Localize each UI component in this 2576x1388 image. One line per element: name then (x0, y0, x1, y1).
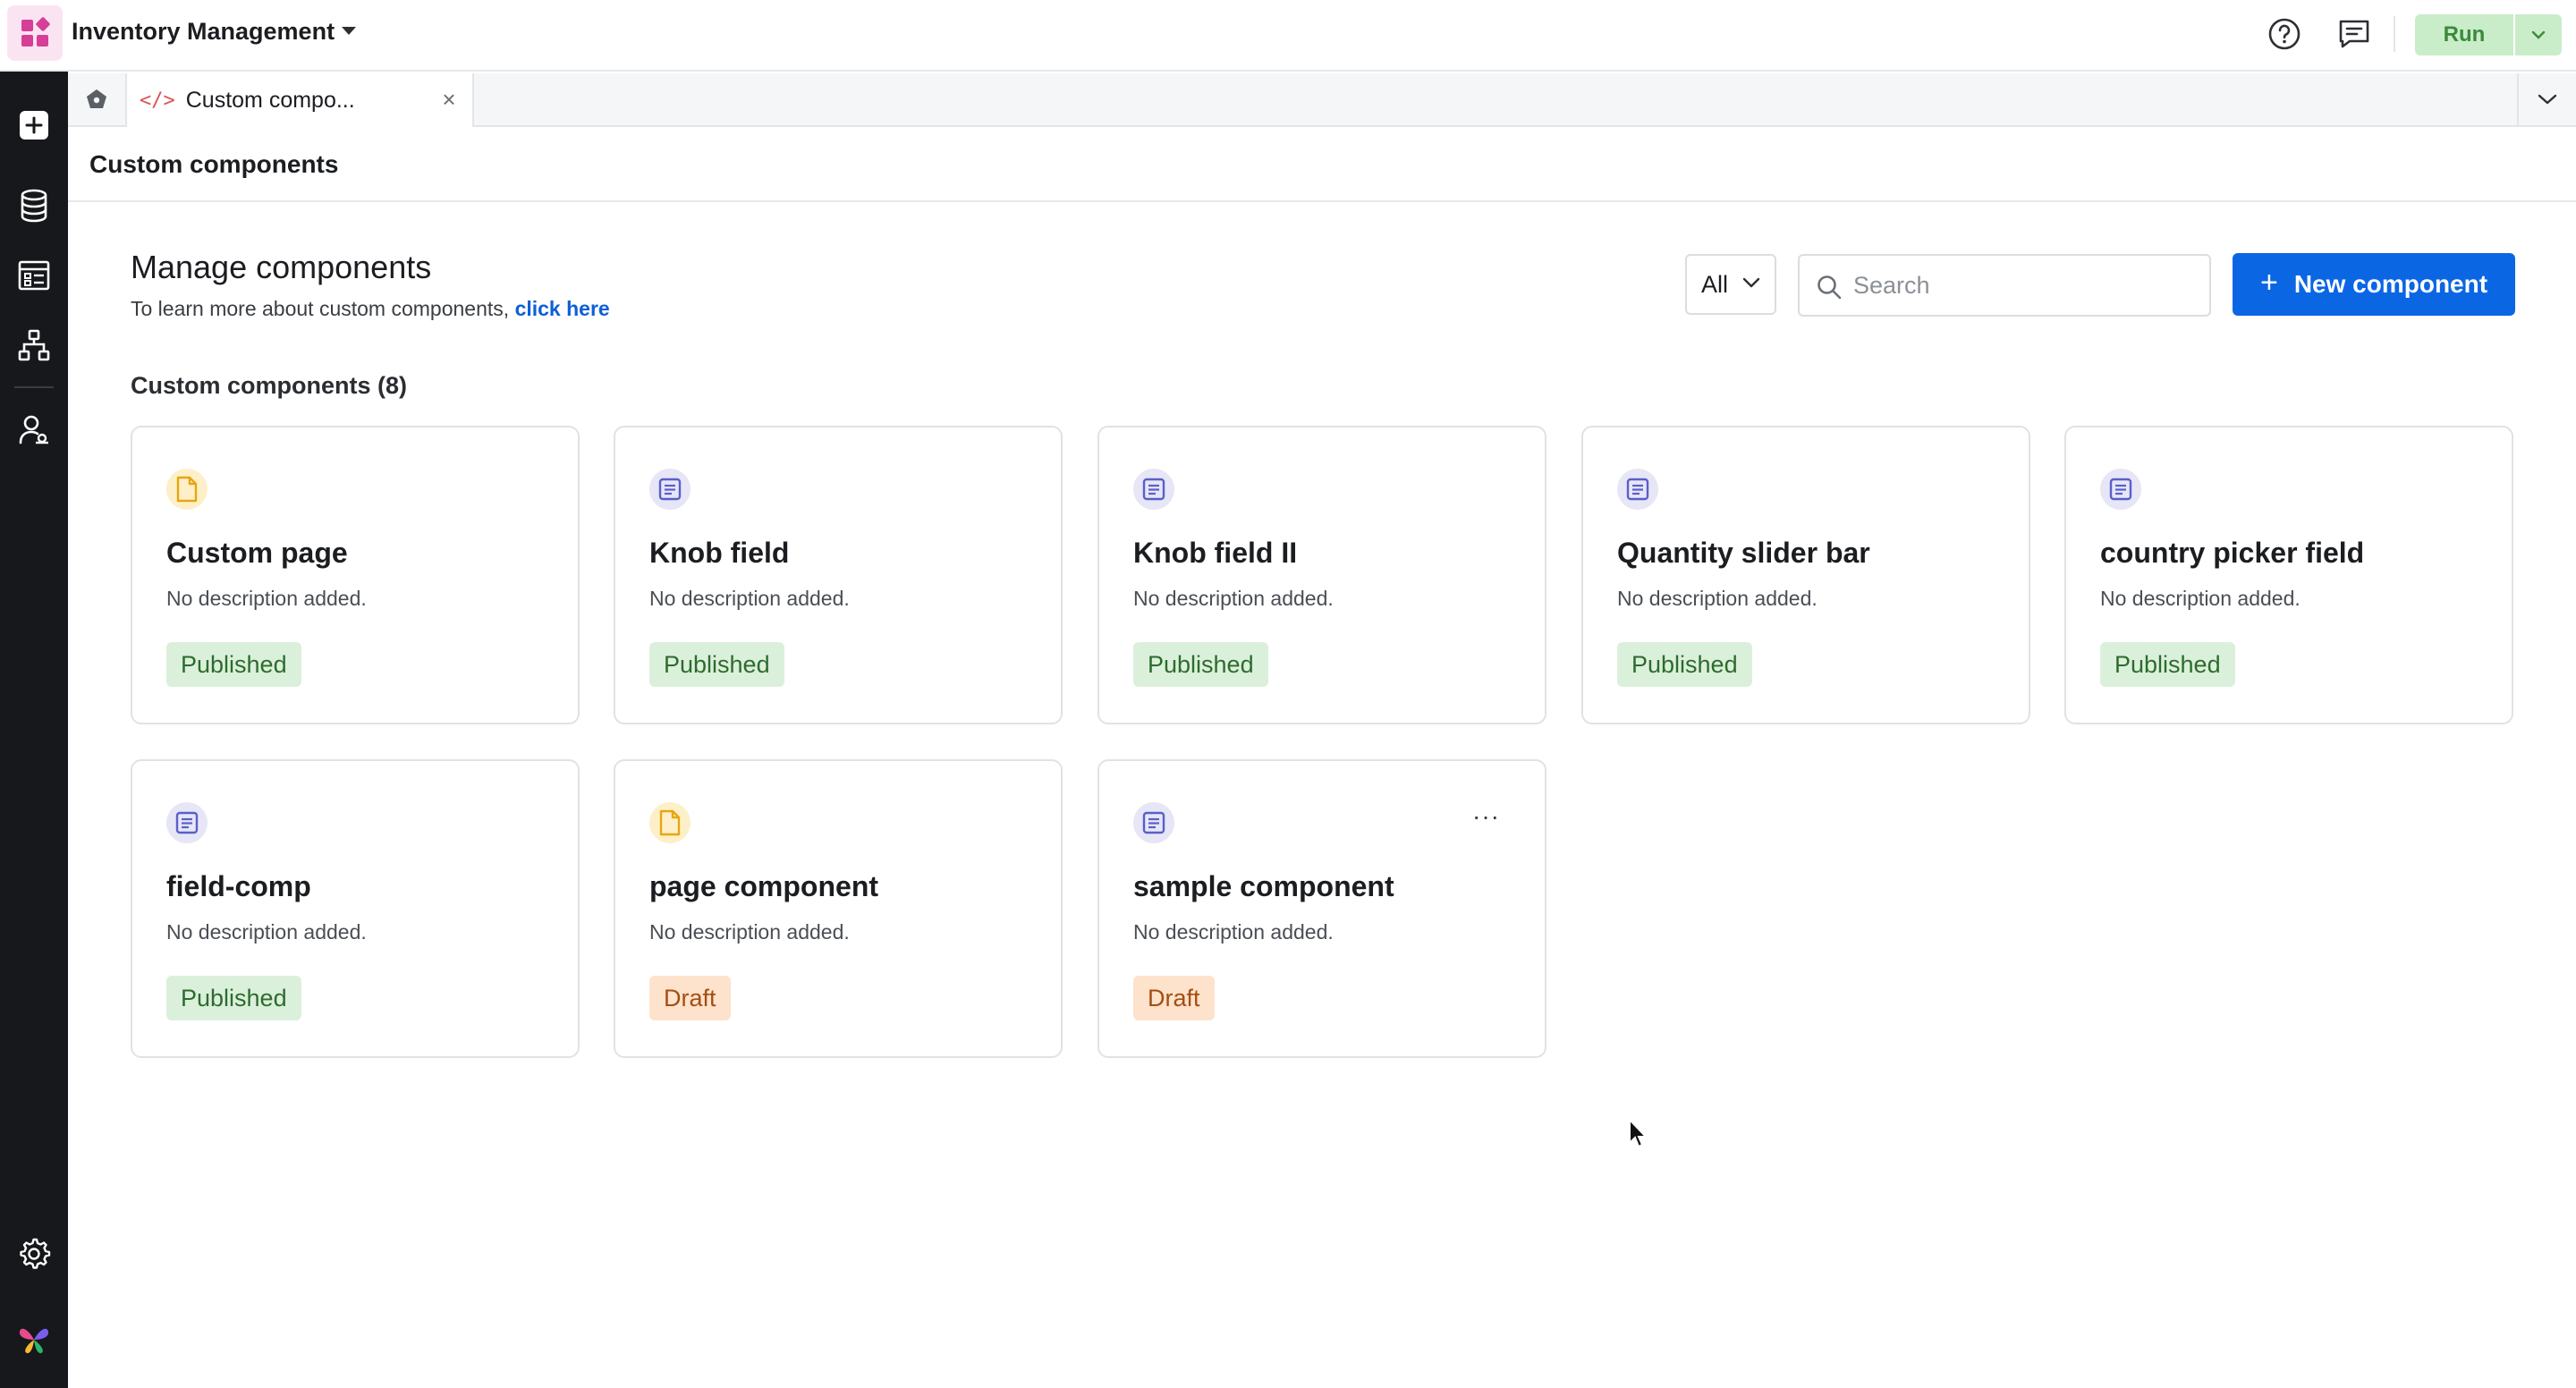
page-file-icon (166, 469, 208, 510)
tab-custom-components[interactable]: </> Custom compo... × (127, 73, 474, 127)
status-badge: Draft (649, 976, 731, 1020)
page-title: Custom components (89, 150, 339, 178)
page-header: Custom components (68, 127, 2576, 202)
tab-label: Custom compo... (185, 87, 355, 113)
status-badge: Published (649, 642, 784, 687)
field-form-icon (166, 802, 208, 843)
component-description: No description added. (1617, 587, 1818, 610)
component-card[interactable]: Knob field No description added. Published (614, 426, 1063, 724)
component-description: No description added. (2100, 587, 2301, 610)
field-form-icon (1133, 802, 1174, 843)
component-description: No description added. (166, 920, 367, 944)
close-icon[interactable]: × (438, 86, 460, 113)
brand-logo-icon (13, 1318, 55, 1361)
component-description: No description added. (166, 587, 367, 610)
component-name: Custom page (166, 537, 348, 569)
field-form-icon (1133, 469, 1174, 510)
component-card[interactable]: page component No description added. Draft (614, 759, 1063, 1058)
components-count-label: Custom components (8) (131, 372, 408, 399)
component-name: Knob field II (1133, 537, 1298, 569)
home-tab[interactable] (68, 73, 127, 125)
component-description: No description added. (649, 920, 850, 944)
component-name: field-comp (166, 870, 311, 902)
tabs-dropdown-chevron-icon[interactable] (2517, 73, 2576, 125)
page-file-icon (649, 802, 691, 843)
app-switcher-caret-icon[interactable] (342, 27, 356, 35)
chevron-down-icon (1742, 277, 1760, 288)
status-badge: Draft (1133, 976, 1215, 1020)
run-button[interactable]: Run (2415, 14, 2513, 55)
user-settings-icon[interactable] (13, 408, 55, 451)
mouse-cursor-icon (1628, 1117, 1651, 1155)
component-card[interactable]: Quantity slider bar No description added.… (1581, 426, 2030, 724)
component-name: country picker field (2100, 537, 2365, 569)
learn-more-link[interactable]: click here (515, 297, 610, 320)
status-badge: Published (1133, 642, 1268, 687)
component-card[interactable]: Knob field II No description added. Publis… (1097, 426, 1546, 724)
component-name: sample component (1133, 870, 1394, 902)
tab-strip: </> Custom compo... × (68, 73, 2576, 127)
search-icon (1818, 275, 1842, 300)
database-icon[interactable] (13, 184, 55, 227)
pages-icon[interactable] (13, 254, 55, 297)
manage-title: Manage components (131, 249, 432, 285)
add-icon[interactable] (13, 104, 55, 147)
component-name: Quantity slider bar (1617, 537, 1870, 569)
app-title[interactable]: Inventory Management (72, 18, 335, 46)
comment-icon[interactable] (2334, 14, 2374, 54)
component-description: No description added. (1133, 920, 1334, 944)
code-icon: </> (140, 89, 175, 112)
component-card[interactable]: country picker field No description added… (2064, 426, 2513, 724)
search-input[interactable] (1853, 271, 2193, 300)
field-form-icon (649, 469, 691, 510)
component-name: Knob field (649, 537, 790, 569)
search-box[interactable] (1798, 254, 2211, 317)
component-card[interactable]: Custom page No description added. Publishe… (131, 426, 580, 724)
status-badge: Published (166, 642, 301, 687)
component-card[interactable]: sample component No description added. Dra… (1097, 759, 1546, 1058)
gear-icon[interactable] (13, 1232, 55, 1275)
more-options-icon[interactable]: ··· (1472, 804, 1500, 829)
component-description: No description added. (1133, 587, 1334, 610)
workflow-icon[interactable] (13, 324, 55, 367)
subtitle-text: To learn more about custom components, (131, 297, 515, 320)
component-card[interactable]: field-comp No description added. Published (131, 759, 580, 1058)
status-badge: Published (2100, 642, 2235, 687)
sidebar-divider (14, 386, 54, 388)
field-form-icon (1617, 469, 1658, 510)
top-bar: Inventory Management Run (0, 0, 2576, 72)
field-form-icon (2100, 469, 2141, 510)
new-component-label: New component (2293, 270, 2488, 298)
status-badge: Published (166, 976, 301, 1020)
filter-value: All (1701, 270, 1729, 298)
left-sidebar (0, 72, 68, 1388)
run-options-chevron-icon[interactable] (2515, 14, 2562, 55)
component-name: page component (649, 870, 879, 902)
status-filter-select[interactable]: All (1685, 254, 1776, 315)
component-description: No description added. (649, 587, 850, 610)
manage-subtitle: To learn more about custom components, c… (131, 297, 610, 321)
status-badge: Published (1617, 642, 1752, 687)
topbar-divider (2394, 16, 2395, 52)
plus-icon: + (2259, 266, 2278, 300)
home-icon (87, 89, 106, 108)
new-component-button[interactable]: + New component (2233, 253, 2515, 316)
help-circle-icon[interactable] (2265, 14, 2304, 54)
app-logo-icon[interactable] (7, 5, 63, 61)
